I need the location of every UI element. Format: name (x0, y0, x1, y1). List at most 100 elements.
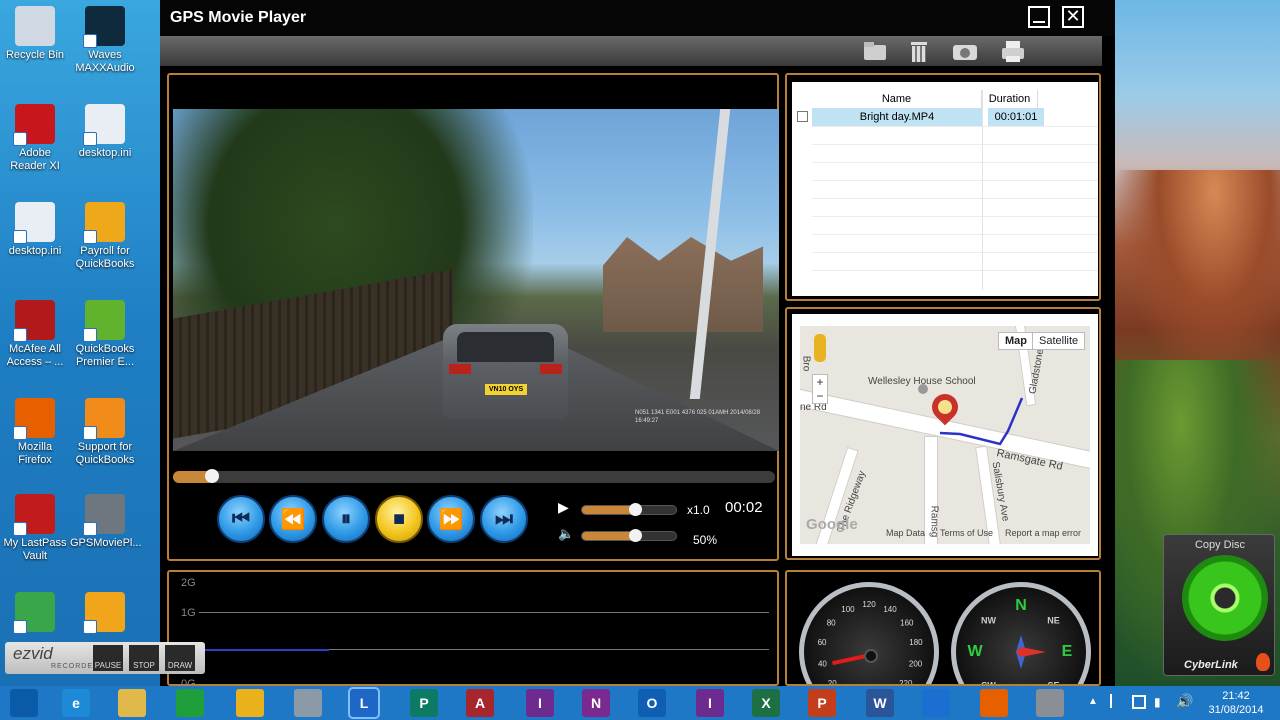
desktop-icon-label: My LastPass Vault (3, 537, 67, 562)
desktop-icon[interactable] (0, 592, 70, 635)
ezvid-sublabel: RECORDER (51, 663, 100, 670)
desktop-icon[interactable]: Payroll for QuickBooks (70, 202, 140, 271)
rewind-button[interactable]: ⏪ (269, 495, 317, 543)
infopath-icon[interactable]: I (696, 689, 724, 717)
trash-icon[interactable] (906, 39, 932, 63)
seek-knob[interactable] (205, 469, 220, 483)
ezvid-pause-button[interactable]: PAUSE (93, 645, 123, 671)
zoom-in-button[interactable]: + (813, 375, 827, 389)
speed-value: x1.0 (687, 503, 710, 517)
graph-label-1g: 1G (181, 607, 196, 619)
internet-explorer-icon[interactable]: e (62, 689, 90, 717)
speed-tick-label: 120 (862, 600, 876, 609)
excel-icon[interactable]: X (752, 689, 780, 717)
zoom-out-button[interactable]: − (813, 389, 827, 403)
access-icon[interactable]: A (466, 689, 494, 717)
print-icon[interactable] (1000, 39, 1026, 63)
volume-slider-knob[interactable] (628, 529, 642, 542)
ezvid-stop-button[interactable]: STOP (129, 645, 159, 671)
ezvid-recorder-bar: ezvid RECORDER PAUSE STOP DRAW (5, 642, 205, 674)
map-tab-map[interactable]: Map (998, 332, 1034, 350)
desktop-icon[interactable]: QuickBooks Premier E... (70, 300, 140, 369)
desktop-icon[interactable]: desktop.ini (70, 104, 140, 160)
powerpoint-icon[interactable]: P (808, 689, 836, 717)
desktop-icon[interactable]: My LastPass Vault (0, 494, 70, 563)
skip-back-button[interactable]: ⏮ (217, 495, 265, 543)
firefox-icon[interactable] (980, 689, 1008, 717)
stop-button[interactable]: ■ (375, 495, 423, 543)
desktop-icon[interactable]: GPSMoviePl... (70, 494, 142, 550)
lastpass-icon (13, 494, 55, 536)
onenote-icon[interactable]: N (582, 689, 610, 717)
compass-dial: NNEESESSWWNW (967, 597, 1073, 684)
gps-player-icon[interactable] (1036, 689, 1064, 717)
skip-forward-button[interactable]: ⏭ (480, 495, 528, 543)
desktop-icon[interactable]: Waves MAXXAudio (70, 6, 140, 75)
seek-bar[interactable] (173, 469, 775, 483)
map-tab-satellite[interactable]: Satellite (1032, 332, 1086, 350)
system-clock[interactable]: 21:42 31/08/2014 (1204, 689, 1268, 717)
desktop-icon[interactable]: desktop.ini (0, 202, 70, 258)
flag-icon[interactable] (1110, 694, 1122, 708)
report-map-error-link[interactable]: Report a map error (1005, 528, 1081, 538)
fast-forward-button[interactable]: ⏩ (427, 495, 475, 543)
adobe-reader-icon (13, 104, 55, 146)
row-checkbox[interactable] (797, 111, 808, 122)
infopath-icon[interactable]: I (526, 689, 554, 717)
desktop-icon[interactable]: Mozilla Firefox (0, 398, 70, 467)
show-hidden-icons-button[interactable]: ▲ (1088, 696, 1098, 707)
volume-slider[interactable] (581, 529, 677, 542)
camera-icon[interactable] (952, 39, 978, 63)
network-icon[interactable] (1132, 695, 1146, 709)
map-view[interactable]: Wellesley House School Ramsgate Rd The R… (800, 326, 1090, 544)
map-zoom-controls: + − (812, 374, 828, 404)
desktop-icon[interactable] (70, 592, 140, 635)
column-header-duration[interactable]: Duration (982, 90, 1038, 108)
lync-icon[interactable]: L (348, 687, 380, 719)
window-title: GPS Movie Player (170, 9, 307, 26)
desktop-icon[interactable]: Support for QuickBooks (70, 398, 140, 467)
word-icon[interactable]: W (866, 689, 894, 717)
gauges-panel: 20406080100120140160180200220 NNEESESSWW… (785, 570, 1101, 686)
play-circle-icon (83, 592, 125, 634)
quickbooks-icon (83, 300, 125, 342)
desktop-icon[interactable]: Recycle Bin (0, 6, 70, 62)
speed-tick-label: 100 (841, 605, 855, 614)
signal-icon[interactable]: ▮ (1154, 695, 1161, 709)
file-explorer-icon[interactable] (118, 689, 146, 717)
pegman-icon[interactable] (814, 334, 826, 362)
ezvid-draw-button[interactable]: DRAW (165, 645, 195, 671)
video-number-plate: VN10 OYS (485, 384, 527, 395)
desktop-icon-label: Mozilla Firefox (17, 441, 53, 466)
compass-direction-label: W (967, 643, 983, 660)
map-data-link[interactable]: Map Data (886, 528, 925, 538)
settings-file-icon (13, 202, 55, 244)
speedometer-dial: 20 40 60 80 100 120 140160 180 200 220 (818, 600, 924, 684)
publisher-icon[interactable]: P (410, 689, 438, 717)
store-icon[interactable] (176, 689, 204, 717)
green-arrow-icon (13, 592, 55, 634)
cyberlink-copy-disc-widget[interactable]: Copy Disc CyberLink (1163, 534, 1275, 676)
onedrive-icon[interactable] (922, 689, 950, 717)
outlook-icon[interactable]: O (638, 689, 666, 717)
compass-direction-label: NW (981, 615, 996, 625)
speaker-icon[interactable]: 🔊 (1176, 693, 1193, 710)
graph-label-2g: 2G (181, 577, 196, 589)
notepad-icon[interactable] (294, 689, 322, 717)
column-header-name[interactable]: Name (812, 90, 982, 108)
speed-slider[interactable] (581, 503, 677, 516)
desktop-icon[interactable]: Adobe Reader XI (0, 104, 70, 173)
speed-tick-label: 40 (818, 660, 827, 669)
speed-slider-knob[interactable] (628, 503, 642, 516)
pause-button[interactable]: ⏸ (322, 495, 370, 543)
terms-of-use-link[interactable]: Terms of Use (940, 528, 993, 538)
desktop-icon[interactable]: McAfee All Access – ... (0, 300, 70, 369)
video-frame[interactable]: VN10 OYS N051 1341 E001 4376 025 01AMH 2… (173, 109, 779, 451)
windows-start-icon[interactable] (10, 689, 38, 717)
open-folder-icon[interactable] (862, 39, 888, 63)
minimize-icon (1033, 21, 1045, 23)
minimize-button[interactable] (1028, 6, 1050, 28)
close-button[interactable]: ✕ (1062, 6, 1084, 28)
compass-direction-label: E (1062, 643, 1073, 660)
chrome-icon[interactable] (236, 689, 264, 717)
